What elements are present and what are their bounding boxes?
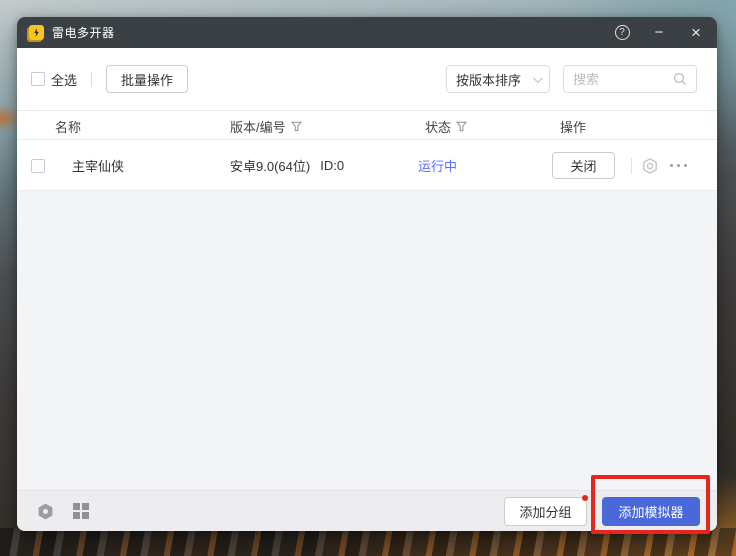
emulator-version-cell: 安卓9.0(64位) ID:0	[230, 140, 344, 191]
batch-operations-button[interactable]: 批量操作	[106, 65, 188, 93]
ldplayer-multi-manager-window: 雷电多开器 ? − × 全选 批量操作 按版本排序	[17, 17, 717, 531]
settings-nut-icon[interactable]	[641, 157, 659, 175]
empty-list-area	[17, 191, 717, 490]
wallpaper-mountains	[0, 528, 736, 556]
global-settings-icon[interactable]	[37, 503, 54, 520]
filter-icon[interactable]	[456, 121, 467, 132]
sort-dropdown[interactable]: 按版本排序	[446, 65, 550, 93]
column-header-operation: 操作	[560, 111, 586, 141]
toolbar: 全选 批量操作 按版本排序	[17, 48, 717, 110]
column-header-status: 状态	[425, 111, 467, 141]
row-checkbox[interactable]	[31, 159, 45, 173]
filter-icon[interactable]	[291, 121, 302, 132]
chevron-down-icon	[533, 73, 543, 83]
select-all-label[interactable]: 全选	[51, 70, 77, 89]
help-icon: ?	[615, 25, 630, 40]
add-emulator-button[interactable]: 添加模拟器	[602, 497, 700, 526]
emulator-row[interactable]: 主宰仙侠 安卓9.0(64位) ID:0 运行中 关闭	[17, 140, 717, 191]
row-actions-divider	[631, 158, 632, 174]
search-input[interactable]	[573, 72, 673, 87]
close-button[interactable]: ×	[687, 24, 705, 42]
grid-view-icon[interactable]	[73, 503, 89, 519]
emulator-id: ID:0	[320, 158, 344, 173]
add-group-button[interactable]: 添加分组	[504, 497, 587, 526]
app-logo-icon	[29, 25, 44, 40]
column-header-name: 名称	[55, 111, 81, 141]
window-title: 雷电多开器	[52, 24, 115, 41]
help-button[interactable]: ?	[613, 24, 631, 42]
select-all-checkbox[interactable]	[31, 72, 45, 86]
stop-emulator-button[interactable]: 关闭	[552, 152, 615, 179]
emulator-version: 安卓9.0(64位)	[230, 156, 310, 175]
footer-bar: 添加分组 添加模拟器	[17, 490, 717, 531]
table-header: 名称 版本/编号 状态 操作	[17, 110, 717, 140]
column-header-version: 版本/编号	[230, 111, 302, 141]
minimize-button[interactable]: −	[650, 24, 668, 42]
toolbar-divider	[91, 72, 92, 87]
emulator-status: 运行中	[418, 140, 457, 191]
more-actions-icon[interactable]	[670, 164, 692, 167]
emulator-name: 主宰仙侠	[72, 140, 124, 191]
sort-dropdown-value: 按版本排序	[456, 70, 521, 89]
notification-dot	[582, 495, 588, 501]
titlebar: 雷电多开器 ? − ×	[17, 17, 717, 48]
search-box	[563, 65, 697, 93]
search-icon	[673, 72, 687, 86]
